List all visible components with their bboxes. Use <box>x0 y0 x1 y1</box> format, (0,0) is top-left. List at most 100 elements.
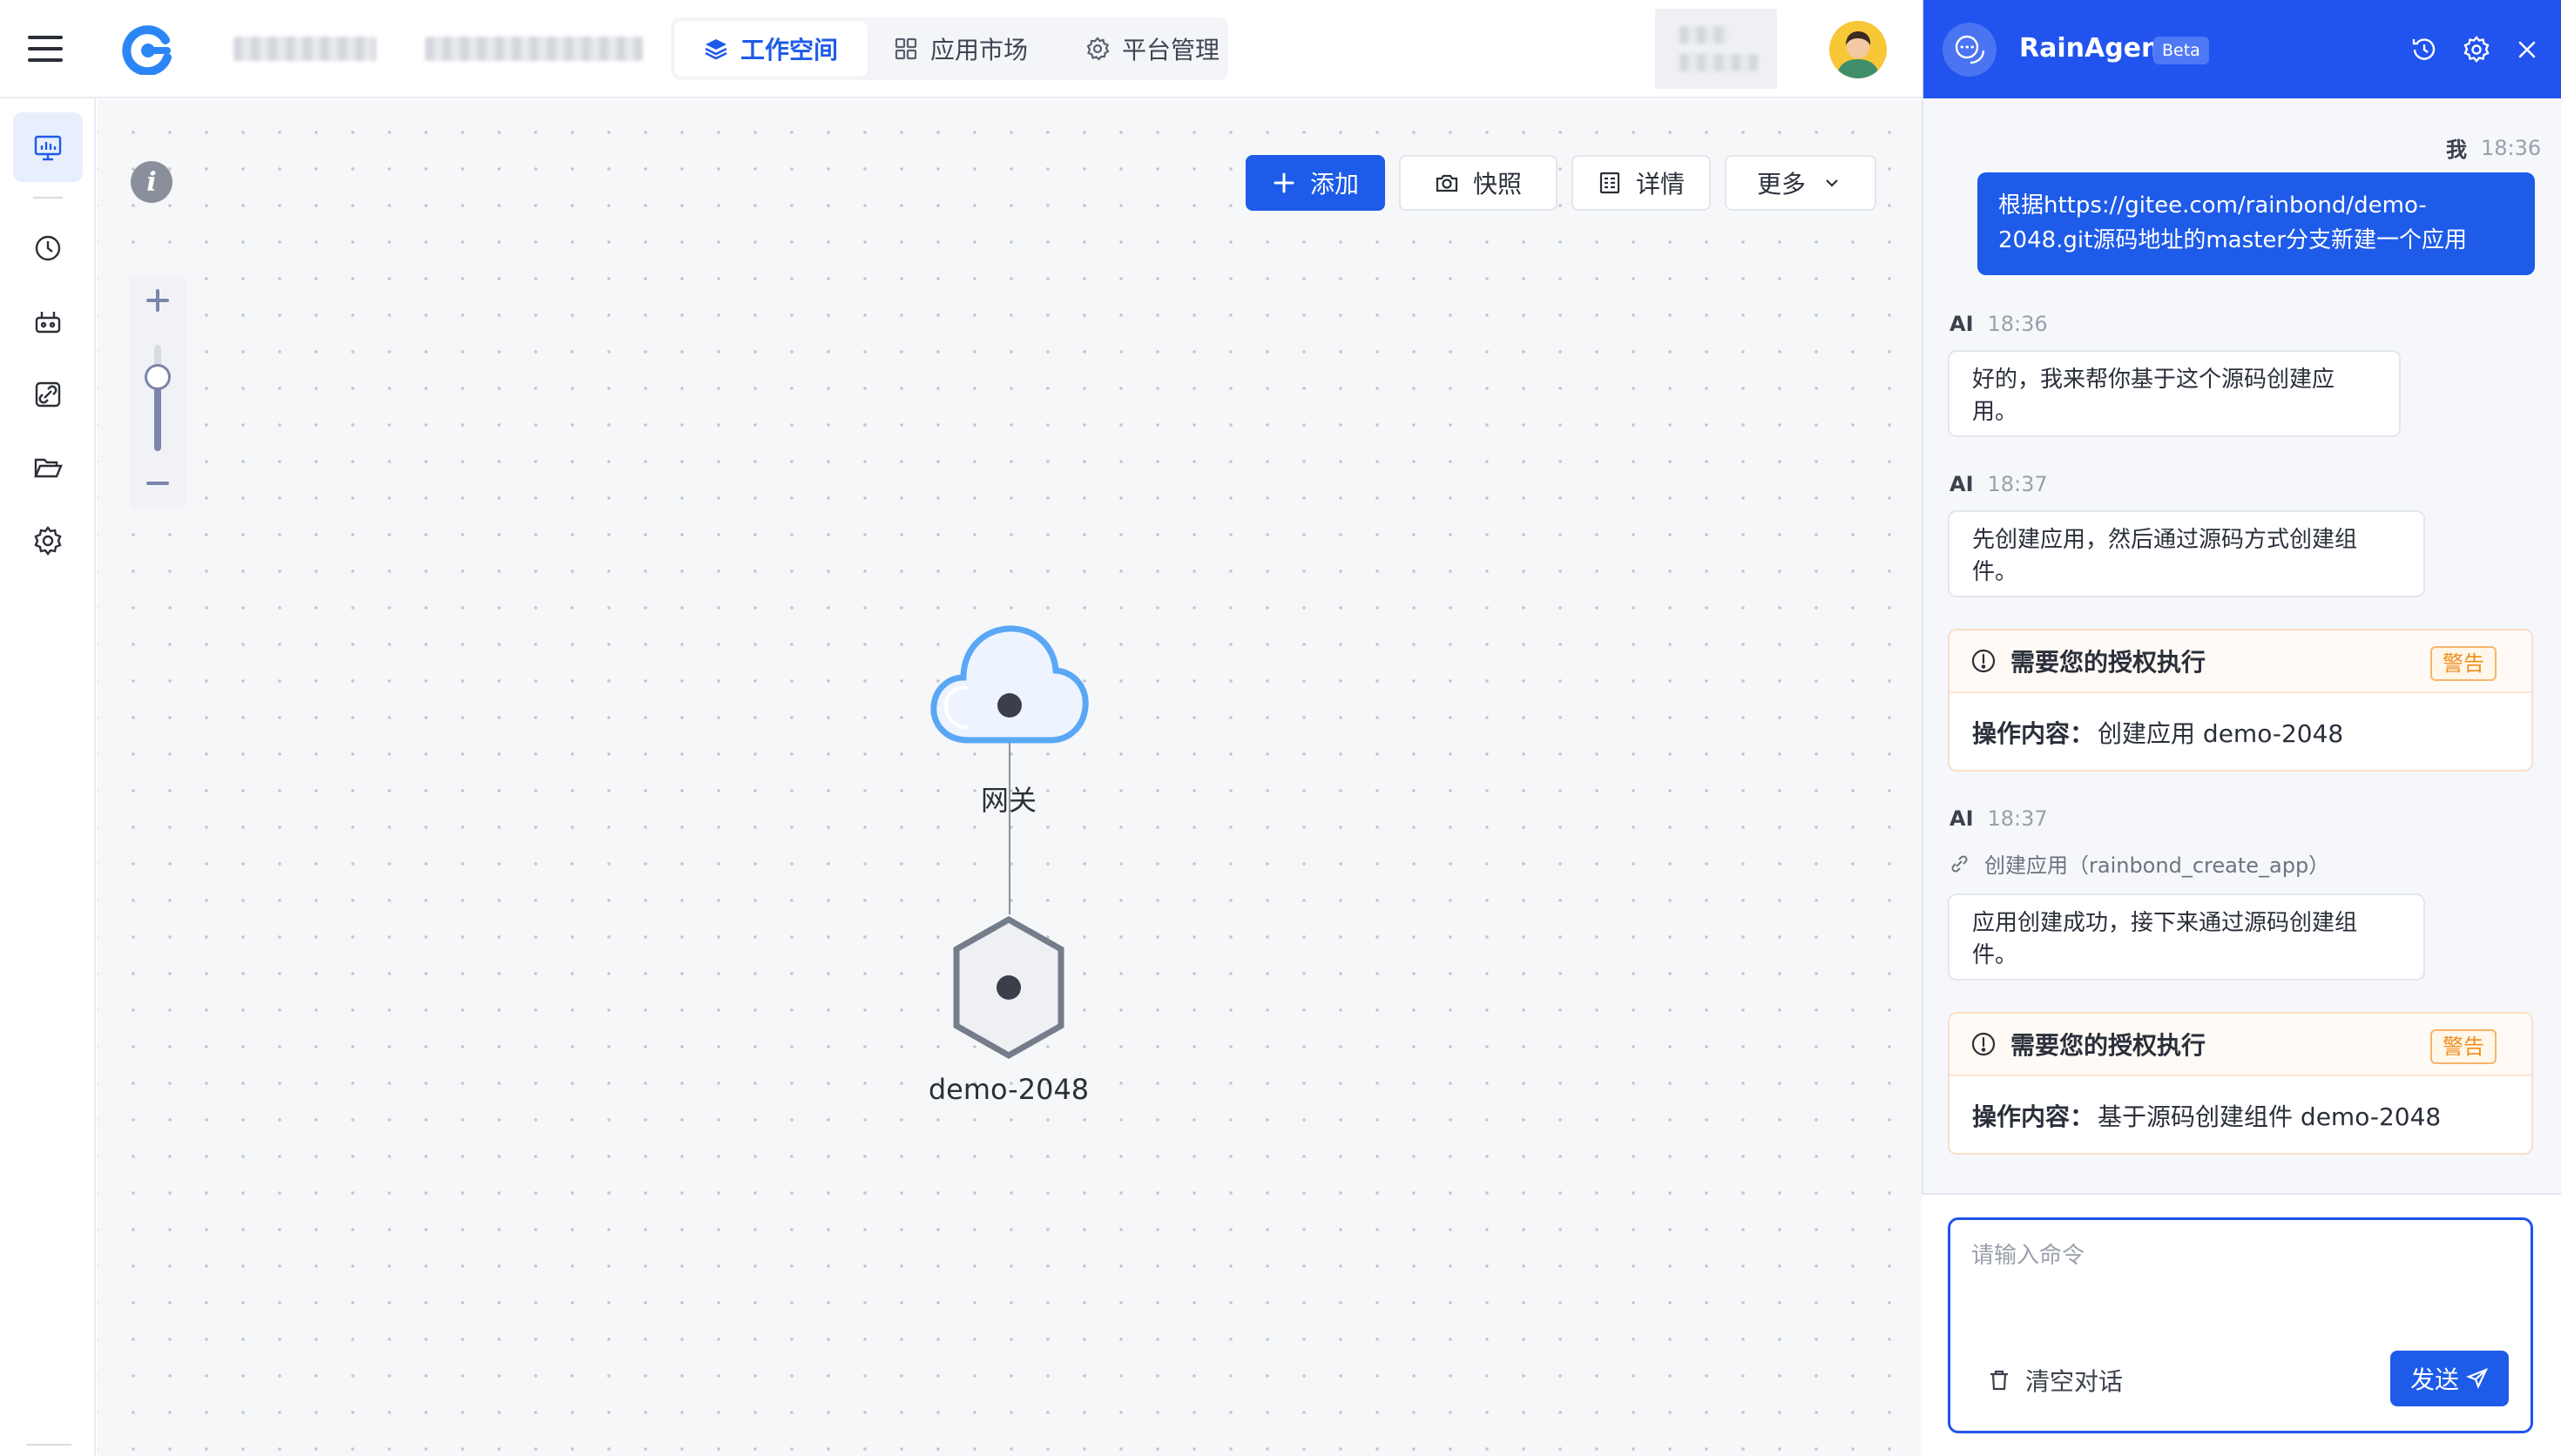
clear-conversation-label: 清空对话 <box>2025 1367 2124 1396</box>
ai-sender: AI <box>1949 312 1974 336</box>
sidebar-item-overview[interactable] <box>13 112 83 182</box>
ai-message-bubble: 应用创建成功，接下来通过源码创建组件。 <box>1948 893 2425 981</box>
layers-icon <box>704 37 728 61</box>
brand-logo-icon[interactable] <box>122 24 172 75</box>
snapshot-button[interactable]: 快照 <box>1399 155 1558 211</box>
authorization-title: 需要您的授权执行 <box>2010 1031 2206 1060</box>
clear-conversation-button[interactable]: 清空对话 <box>1987 1363 2123 1398</box>
tab-workspace[interactable]: 工作空间 <box>674 21 868 77</box>
sidebar-bottom-divider <box>26 1444 71 1446</box>
authorization-title: 需要您的授权执行 <box>2010 648 2206 677</box>
link-icon <box>1948 853 1970 875</box>
chat-bubbles-icon <box>1943 23 1997 77</box>
folder-icon <box>32 452 64 483</box>
operation-value: 创建应用 demo-2048 <box>2098 719 2344 748</box>
chat-input-box: 清空对话 发送 <box>1948 1217 2533 1433</box>
tab-app-market-label: 应用市场 <box>930 36 1029 64</box>
ai-time: 18:37 <box>1987 806 2048 831</box>
left-sidebar <box>0 98 96 1456</box>
authorization-card-body: 操作内容： 基于源码创建组件 demo-2048 <box>1949 1076 2531 1153</box>
grid-icon <box>894 37 918 61</box>
component-label: demo-2048 <box>928 1073 1090 1106</box>
chevron-down-icon <box>1820 171 1844 195</box>
avatar[interactable] <box>1829 21 1887 78</box>
add-button[interactable]: 添加 <box>1246 155 1385 211</box>
sidebar-item-plugins[interactable] <box>13 286 83 356</box>
tool-call-line[interactable]: 创建应用（rainbond_create_app） <box>1948 848 2329 879</box>
warning-badge: 警告 <box>2430 646 2497 681</box>
gear-icon <box>1085 37 1110 61</box>
command-input[interactable] <box>1971 1237 2511 1325</box>
trash-icon <box>1987 1368 2011 1392</box>
ai-message-meta: AI 18:37 <box>1949 806 2048 831</box>
cloud-icon <box>930 625 1089 744</box>
close-icon[interactable] <box>2512 35 2542 64</box>
ai-time: 18:36 <box>1987 312 2048 336</box>
settings-icon[interactable] <box>2462 35 2491 64</box>
user-info-redacted[interactable] <box>1655 9 1777 89</box>
snapshot-button-label: 快照 <box>1472 170 1522 199</box>
details-button[interactable]: 详情 <box>1571 155 1711 211</box>
document-icon <box>1598 171 1622 195</box>
ai-sender: AI <box>1949 806 1974 831</box>
user-sender: 我 <box>2446 138 2467 162</box>
more-button-label: 更多 <box>1756 170 1806 199</box>
robot-icon <box>32 306 64 337</box>
operation-value: 基于源码创建组件 demo-2048 <box>2098 1102 2442 1131</box>
details-button-label: 详情 <box>1635 170 1685 199</box>
menu-icon[interactable] <box>28 33 63 64</box>
operation-label: 操作内容： <box>1972 719 2095 748</box>
tab-workspace-label: 工作空间 <box>740 36 839 64</box>
camera-icon <box>1435 171 1459 195</box>
component-node-demo-2048[interactable] <box>948 914 1070 1062</box>
gateway-label: 网关 <box>980 784 1037 817</box>
operation-label: 操作内容： <box>1972 1102 2095 1131</box>
top-header: 工作空间 应用市场 平台管理 <box>0 0 1922 98</box>
sidebar-item-settings[interactable] <box>13 506 83 576</box>
send-button[interactable]: 发送 <box>2390 1351 2509 1406</box>
user-role-redacted <box>1679 54 1758 71</box>
zoom-slider-track[interactable] <box>154 345 161 451</box>
zoom-control <box>129 277 186 509</box>
agent-title: RainAgent <box>2019 33 2172 64</box>
clock-icon <box>32 233 64 264</box>
add-button-label: 添加 <box>1309 170 1359 199</box>
ai-message-meta: AI 18:37 <box>1949 472 2048 496</box>
authorization-card-header: 需要您的授权执行 警告 <box>1949 1014 2531 1076</box>
zoom-in-icon[interactable] <box>145 287 171 313</box>
sidebar-divider <box>33 197 63 199</box>
ai-message-bubble: 先创建应用，然后通过源码方式创建组件。 <box>1948 510 2425 597</box>
topology-edge <box>1009 740 1010 914</box>
user-message-bubble: 根据https://gitee.com/rainbond/demo-2048.g… <box>1977 172 2535 275</box>
sidebar-item-gateway[interactable] <box>13 360 83 429</box>
tab-platform-admin[interactable]: 平台管理 <box>1056 21 1249 77</box>
warning-badge: 警告 <box>2430 1029 2497 1064</box>
cluster-name-redacted[interactable] <box>425 37 643 61</box>
alert-circle-icon <box>1970 1031 1997 1057</box>
zoom-out-icon[interactable] <box>145 470 171 496</box>
history-icon[interactable] <box>2409 35 2439 64</box>
tab-app-market[interactable]: 应用市场 <box>864 21 1058 77</box>
user-time: 18:36 <box>2481 135 2542 160</box>
chat-input-area: 清空对话 发送 <box>1922 1193 2561 1456</box>
ai-message-meta: AI 18:36 <box>1949 312 2048 336</box>
authorization-card[interactable]: 需要您的授权执行 警告 操作内容： 创建应用 demo-2048 <box>1948 629 2533 772</box>
alert-circle-icon <box>1970 648 1997 674</box>
team-name-redacted[interactable] <box>233 37 376 61</box>
authorization-card[interactable]: 需要您的授权执行 警告 操作内容： 基于源码创建组件 demo-2048 <box>1948 1012 2533 1155</box>
ai-message-bubble: 好的，我来帮你基于这个源码创建应用。 <box>1948 350 2401 437</box>
sidebar-item-history[interactable] <box>13 213 83 283</box>
gear-icon <box>32 525 64 556</box>
zoom-slider-handle[interactable] <box>145 364 171 390</box>
gateway-node[interactable] <box>927 610 1092 749</box>
sidebar-item-files[interactable] <box>13 433 83 502</box>
send-button-label: 发送 <box>2409 1365 2459 1394</box>
tab-platform-admin-label: 平台管理 <box>1122 36 1220 64</box>
info-icon[interactable]: i <box>131 161 172 203</box>
ai-time: 18:37 <box>1987 472 2048 496</box>
more-button[interactable]: 更多 <box>1725 155 1876 211</box>
agent-header: RainAgent Beta <box>1923 0 2561 98</box>
user-message-meta: 我 18:36 <box>2446 132 2541 163</box>
beta-badge: Beta <box>2153 37 2209 64</box>
monitor-icon <box>32 131 64 163</box>
